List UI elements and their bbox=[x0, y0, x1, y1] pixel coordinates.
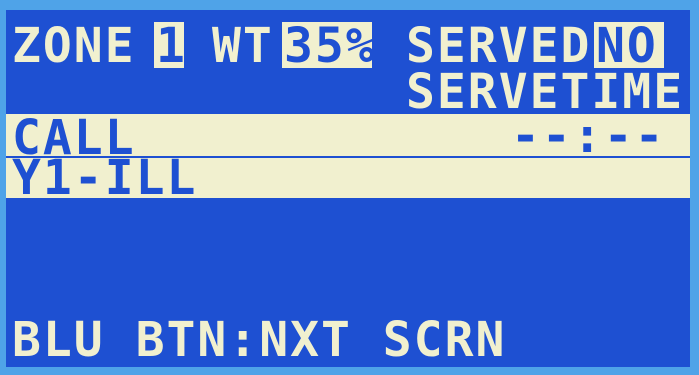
display-bezel: ZONE 1 WT 35% SERVED NO SERVETIME CALL -… bbox=[0, 0, 699, 375]
zone-label: ZONE bbox=[12, 18, 136, 74]
time-bar: --:-- bbox=[501, 112, 690, 160]
zone-value: 1 bbox=[156, 18, 187, 74]
wt-value: 35% bbox=[284, 18, 377, 74]
served-value-highlight: NO bbox=[594, 18, 664, 74]
served-label: SERVED bbox=[406, 18, 592, 74]
call-code-bar: Y1-ILL bbox=[6, 154, 690, 202]
lcd-screen: ZONE 1 WT 35% SERVED NO SERVETIME CALL -… bbox=[6, 10, 690, 367]
zone-value-highlight: 1 bbox=[154, 18, 187, 74]
call-code: Y1-ILL bbox=[12, 150, 198, 206]
wt-value-highlight: 35% bbox=[282, 22, 375, 70]
time-value: --:-- bbox=[511, 108, 666, 164]
wt-label: WT bbox=[212, 18, 274, 74]
footer-hint: BLU BTN:NXT SCRN bbox=[12, 312, 507, 367]
served-value: NO bbox=[596, 18, 658, 74]
